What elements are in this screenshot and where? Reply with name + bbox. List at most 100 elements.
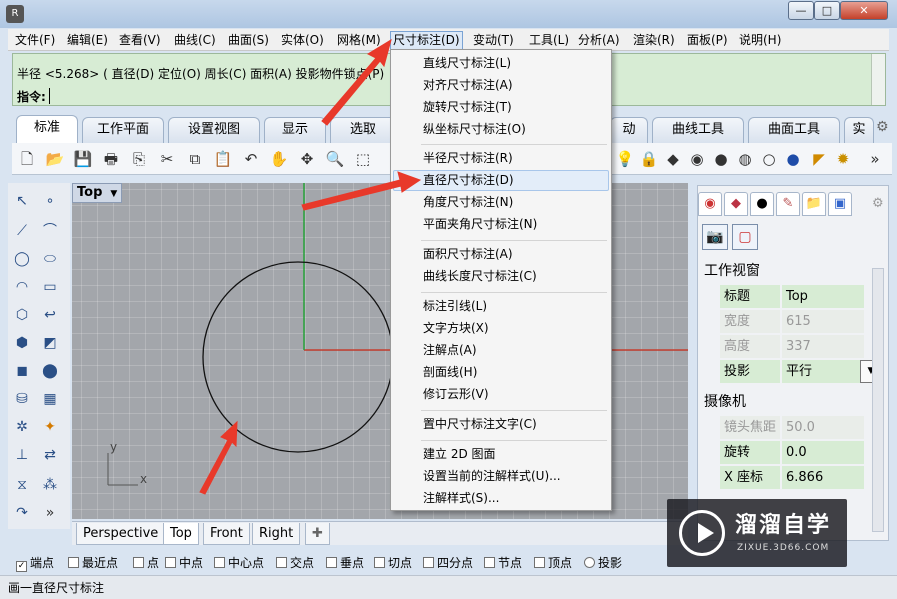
gear-icon[interactable]: ⚙ (876, 119, 889, 135)
command-scrollbar[interactable] (871, 54, 885, 105)
sphere-white-icon[interactable]: ○ (758, 148, 780, 170)
layer-icon[interactable]: ◆ (662, 148, 684, 170)
select-arrow-icon[interactable]: ↖ (10, 189, 34, 213)
properties-tab-icon[interactable]: ◉ (698, 192, 722, 216)
box-icon[interactable]: ◼ (10, 359, 34, 383)
save-icon[interactable]: 💾 (72, 148, 94, 170)
sphere-icon[interactable]: ⬤ (38, 359, 62, 383)
menu-revision-cloud[interactable]: 修订云形(V) (393, 384, 609, 405)
osnap-center[interactable]: 中心点 (214, 555, 264, 571)
sphere-gray-icon[interactable]: ● (710, 148, 732, 170)
minimize-button[interactable]: — (788, 1, 814, 20)
open-file-icon[interactable]: 📂 (44, 148, 66, 170)
tab-transform[interactable]: 动 (610, 117, 648, 143)
maximize-button[interactable]: □ (814, 1, 840, 20)
tab-solid-tools[interactable]: 实 (844, 117, 874, 143)
menu-rotated-dimension[interactable]: 旋转尺寸标注(T) (393, 97, 609, 118)
sphere-wire-icon[interactable]: ◍ (734, 148, 756, 170)
paste-icon[interactable]: 📋 (212, 148, 234, 170)
menu-edit[interactable]: 编辑(E) (65, 31, 110, 50)
boolean-icon[interactable]: ⧖ (10, 473, 34, 497)
menu-aligned-dimension[interactable]: 对齐尺寸标注(A) (393, 75, 609, 96)
osnap-vertex[interactable]: 顶点 (534, 555, 572, 571)
help-tab-icon[interactable]: ▣ (828, 192, 852, 216)
menu-curve[interactable]: 曲线(C) (172, 31, 218, 50)
tab-set-view[interactable]: 设置视图 (168, 117, 260, 143)
projection-select[interactable]: 平行 (782, 360, 864, 383)
checkbox-icon[interactable] (214, 557, 225, 568)
mesh-icon[interactable]: ▦ (38, 387, 62, 411)
tab-standard[interactable]: 标准 (16, 115, 78, 143)
checkbox-icon[interactable] (374, 557, 385, 568)
curve-cv-icon[interactable]: ⌒ (38, 219, 62, 243)
move-icon[interactable]: ⇄ (38, 443, 62, 467)
viewport-title[interactable]: Top ▼ (72, 183, 123, 203)
settings-gear-icon[interactable]: ✹ (832, 148, 854, 170)
close-button[interactable]: ✕ (840, 1, 888, 20)
menu-curve-length-dimension[interactable]: 曲线长度尺寸标注(C) (393, 266, 609, 287)
cylinder-icon[interactable]: ⛁ (10, 387, 34, 411)
vp-tab-perspective[interactable]: Perspective (76, 523, 166, 545)
checkbox-icon[interactable] (534, 557, 545, 568)
sphere-blue-icon[interactable]: ● (782, 148, 804, 170)
menu-view[interactable]: 查看(V) (117, 31, 163, 50)
extrude-icon[interactable]: ⬢ (10, 331, 34, 355)
vp-tab-front[interactable]: Front (203, 523, 250, 545)
menu-set-current-style[interactable]: 设置当前的注解样式(U)... (393, 466, 609, 487)
menu-file[interactable]: 文件(F) (13, 31, 57, 50)
undo-icon[interactable]: ↶ (240, 148, 262, 170)
menu-linear-dimension[interactable]: 直线尺寸标注(L) (393, 53, 609, 74)
osnap-near[interactable]: 最近点 (68, 555, 118, 571)
explode-icon[interactable]: ✦ (38, 415, 62, 439)
menu-panels[interactable]: 面板(P) (685, 31, 730, 50)
layers-tab-icon[interactable]: ◆ (724, 192, 748, 216)
pan-hand-icon[interactable]: ✋ (268, 148, 290, 170)
menu-help[interactable]: 说明(H) (737, 31, 783, 50)
radio-icon[interactable] (584, 557, 595, 568)
circle-icon[interactable]: ◯ (10, 247, 34, 271)
panel-scrollbar[interactable] (872, 268, 884, 532)
add-viewport-tab-icon[interactable]: ✚ (305, 523, 330, 545)
left-more-icon[interactable]: » (38, 501, 62, 525)
tab-curve-tools[interactable]: 曲线工具 (652, 117, 744, 143)
fillet-icon[interactable]: ↩ (38, 303, 62, 327)
menu-ordinate-dimension[interactable]: 纵坐标尺寸标注(O) (393, 119, 609, 140)
menu-analyze[interactable]: 分析(A) (576, 31, 622, 50)
print-icon[interactable]: 🖶 (100, 148, 122, 170)
menu-dimension[interactable]: 尺寸标注(D) (390, 31, 463, 50)
menu-area-dimension[interactable]: 面积尺寸标注(A) (393, 244, 609, 265)
lock-icon[interactable]: 🔒 (638, 148, 660, 170)
checkbox-icon[interactable] (68, 557, 79, 568)
menu-render[interactable]: 渲染(R) (631, 31, 677, 50)
osnap-end[interactable]: ✓ 端点 (16, 555, 54, 572)
viewport-menu-arrow-icon[interactable]: ▼ (110, 189, 117, 199)
tab-display[interactable]: 显示 (264, 117, 326, 143)
light-bulb-icon[interactable]: 💡 (614, 148, 636, 170)
menu-text-block[interactable]: 文字方块(X) (393, 318, 609, 339)
checkbox-icon[interactable] (423, 557, 434, 568)
menu-tools[interactable]: 工具(L) (527, 31, 571, 50)
import-icon[interactable]: ⎘ (128, 148, 150, 170)
osnap-quad[interactable]: 四分点 (423, 555, 473, 571)
osnap-tangent[interactable]: 切点 (374, 555, 412, 571)
menu-hatch[interactable]: 剖面线(H) (393, 362, 609, 383)
menu-leader[interactable]: 标注引线(L) (393, 296, 609, 317)
checkbox-checked-icon[interactable]: ✓ (16, 561, 27, 572)
point-icon[interactable]: ∘ (38, 189, 62, 213)
osnap-intersection[interactable]: 交点 (276, 555, 314, 571)
zoom-icon[interactable]: 🔍 (324, 148, 346, 170)
cut-icon[interactable]: ✂ (156, 148, 178, 170)
checkbox-icon[interactable] (133, 557, 144, 568)
menu-make-2d[interactable]: 建立 2D 图面 (393, 444, 609, 465)
new-file-icon[interactable]: 🗋 (16, 148, 38, 170)
panel-gear-icon[interactable]: ⚙ (872, 196, 884, 211)
tab-cplanes[interactable]: 工作平面 (82, 117, 164, 143)
tab-surface-tools[interactable]: 曲面工具 (748, 117, 840, 143)
menu-diameter-dimension[interactable]: 直径尺寸标注(D) (393, 170, 609, 191)
copy-icon[interactable]: ⧉ (184, 148, 206, 170)
vp-tab-right[interactable]: Right (252, 523, 301, 545)
checkbox-icon[interactable] (484, 557, 495, 568)
checkbox-icon[interactable] (165, 557, 176, 568)
toolbar-more-icon[interactable]: » (864, 148, 886, 170)
render-icon[interactable]: ◤ (808, 148, 830, 170)
